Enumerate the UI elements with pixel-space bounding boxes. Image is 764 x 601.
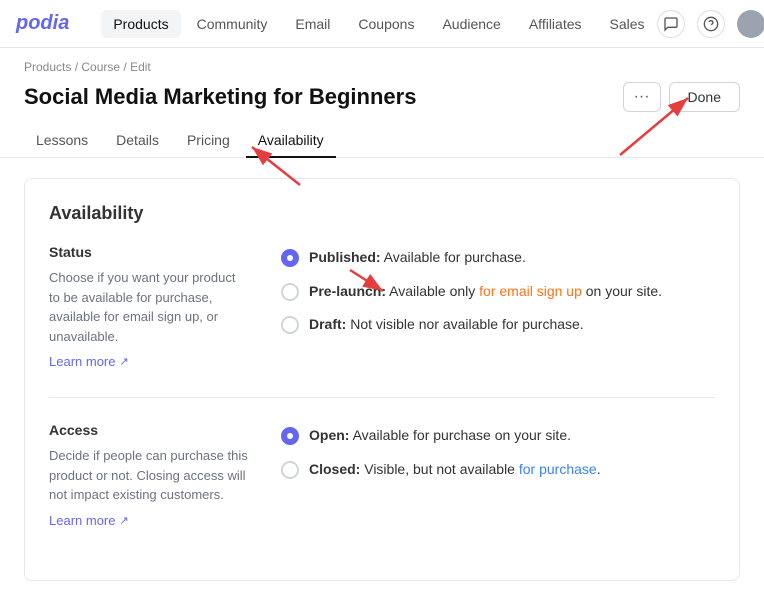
logo[interactable]: podia (16, 12, 69, 35)
status-title: Status (49, 244, 249, 260)
access-options: Open: Available for purchase on your sit… (281, 422, 715, 528)
navbar: podia Products Community Email Coupons A… (0, 0, 764, 48)
access-title: Access (49, 422, 249, 438)
access-learn-more[interactable]: Learn more ↗ (49, 513, 129, 528)
access-description: Decide if people can purchase this produ… (49, 446, 249, 505)
learn-more-arrow-icon: ↗ (119, 355, 128, 368)
radio-prelaunch[interactable] (281, 283, 299, 301)
status-description: Choose if you want your product to be av… (49, 268, 249, 346)
page-title: Social Media Marketing for Beginners (24, 84, 416, 110)
tab-pricing[interactable]: Pricing (175, 124, 242, 158)
status-section-left: Status Choose if you want your product t… (49, 244, 249, 369)
breadcrumb-edit: Edit (130, 60, 151, 74)
nav-link-products[interactable]: Products (101, 10, 180, 38)
radio-published[interactable] (281, 249, 299, 267)
nav-link-coupons[interactable]: Coupons (346, 10, 426, 38)
status-option-draft[interactable]: Draft: Not visible nor available for pur… (281, 315, 715, 335)
done-button[interactable]: Done (669, 82, 740, 112)
status-options: Published: Available for purchase. Pre-l… (281, 244, 715, 369)
main-content: Availability Status Choose if you want y… (0, 158, 764, 601)
card-title: Availability (49, 203, 715, 224)
tab-lessons[interactable]: Lessons (24, 124, 100, 158)
status-published-label: Published: Available for purchase. (309, 248, 526, 268)
nav-link-affiliates[interactable]: Affiliates (517, 10, 594, 38)
nav-link-email[interactable]: Email (283, 10, 342, 38)
nav-links: Products Community Email Coupons Audienc… (101, 10, 656, 38)
help-icon[interactable] (697, 10, 725, 38)
nav-right (657, 10, 764, 38)
page-header: Social Media Marketing for Beginners ···… (0, 78, 764, 124)
status-draft-label: Draft: Not visible nor available for pur… (309, 315, 584, 335)
access-learn-more-arrow-icon: ↗ (119, 514, 128, 527)
access-section: Access Decide if people can purchase thi… (49, 422, 715, 528)
breadcrumb-course[interactable]: Course (81, 60, 120, 74)
tab-details[interactable]: Details (104, 124, 171, 158)
status-learn-more[interactable]: Learn more ↗ (49, 354, 129, 369)
nav-link-sales[interactable]: Sales (598, 10, 657, 38)
status-option-prelaunch[interactable]: Pre-launch: Available only for email sig… (281, 282, 715, 302)
access-option-closed[interactable]: Closed: Visible, but not available for p… (281, 460, 715, 480)
access-closed-label: Closed: Visible, but not available for p… (309, 460, 601, 480)
nav-link-audience[interactable]: Audience (430, 10, 512, 38)
status-option-published[interactable]: Published: Available for purchase. (281, 248, 715, 268)
access-section-left: Access Decide if people can purchase thi… (49, 422, 249, 528)
breadcrumb: Products / Course / Edit (0, 48, 764, 78)
section-divider (49, 397, 715, 398)
radio-closed[interactable] (281, 461, 299, 479)
availability-card: Availability Status Choose if you want y… (24, 178, 740, 581)
chat-icon[interactable] (657, 10, 685, 38)
access-option-open[interactable]: Open: Available for purchase on your sit… (281, 426, 715, 446)
status-section: Status Choose if you want your product t… (49, 244, 715, 369)
radio-open[interactable] (281, 427, 299, 445)
status-prelaunch-label: Pre-launch: Available only for email sig… (309, 282, 662, 302)
breadcrumb-products[interactable]: Products (24, 60, 71, 74)
tab-availability[interactable]: Availability (246, 124, 336, 158)
tabs: Lessons Details Pricing Availability (0, 124, 764, 158)
header-actions: ··· Done (623, 82, 740, 112)
avatar[interactable] (737, 10, 764, 38)
access-open-label: Open: Available for purchase on your sit… (309, 426, 571, 446)
nav-link-community[interactable]: Community (185, 10, 280, 38)
radio-draft[interactable] (281, 316, 299, 334)
more-options-button[interactable]: ··· (623, 82, 661, 112)
